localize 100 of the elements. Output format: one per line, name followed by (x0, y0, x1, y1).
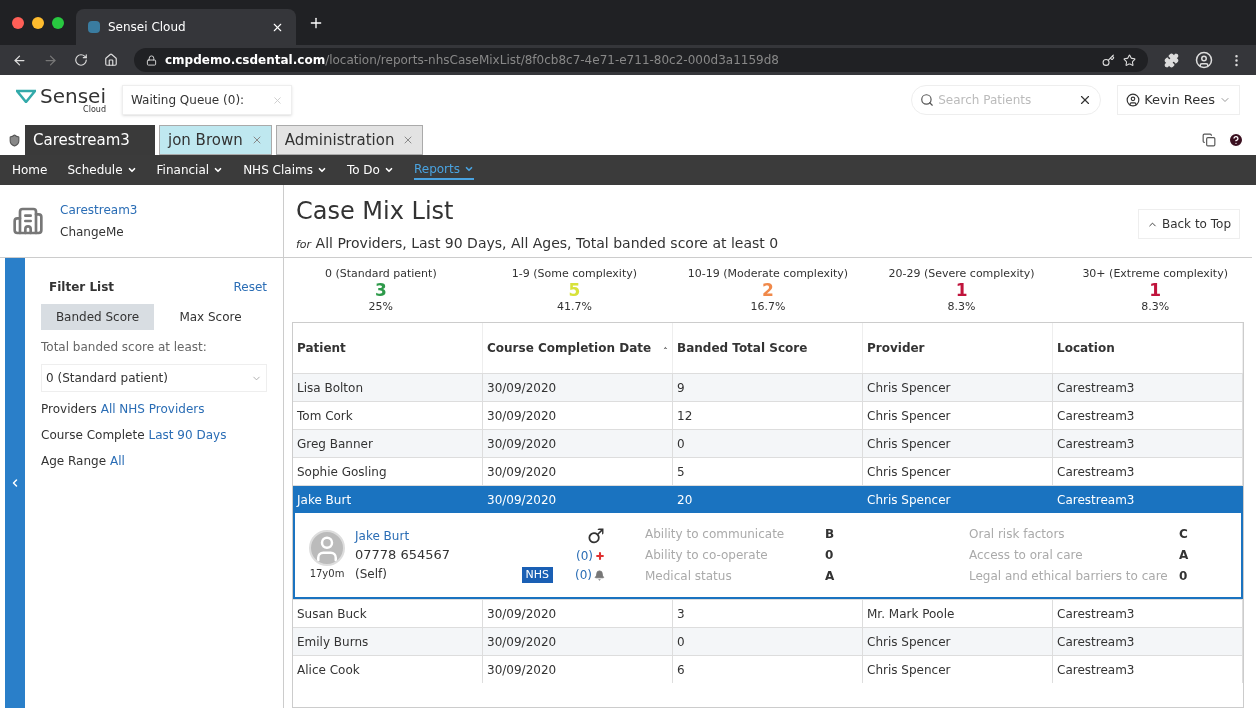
filter-link[interactable]: Last 90 Days (148, 426, 227, 444)
table-row[interactable]: Tom Cork 30/09/2020 12 Chris Spencer Carestream3 (293, 401, 1243, 429)
filter-label: Course Complete (41, 427, 145, 444)
band-percent: 16.7% (750, 299, 786, 314)
band-count: 3 (374, 281, 387, 299)
table-row[interactable]: Susan Buck 30/09/2020 3 Mr. Mark Poole Carestream3 (293, 599, 1243, 627)
score-label: Legal and ethical barriers to care (969, 568, 1169, 585)
score-label: Medical status (645, 568, 733, 585)
browser-tab[interactable]: Sensei Cloud (76, 9, 296, 45)
extensions-icon[interactable] (1164, 52, 1179, 68)
menu-item[interactable]: NHS Claims (243, 161, 327, 179)
table-cell-text: 30/09/2020 (486, 491, 558, 509)
table-row[interactable]: Sophie Gosling 30/09/2020 5 Chris Spencer Carestream3 (293, 457, 1243, 485)
app-tab[interactable]: jon Brown (159, 125, 272, 155)
user-menu-button[interactable]: Kevin Rees (1117, 85, 1240, 115)
score-label: Oral risk factors (969, 526, 1066, 543)
patient-phone: 07778 654567 (355, 546, 452, 565)
menu-item[interactable]: Financial (156, 161, 224, 179)
menu-item[interactable]: Schedule (67, 161, 137, 179)
band-label: 1-9 (Some complexity) (511, 266, 637, 281)
band-label: 20-29 (Severe complexity) (888, 266, 1035, 281)
band-percent: 25% (368, 299, 393, 314)
score-label: Ability to co-operate (645, 547, 769, 564)
windows-icon[interactable] (1202, 133, 1216, 147)
table-row[interactable]: Alice Cook 30/09/2020 6 Chris Spencer Carestream3 (293, 655, 1243, 683)
bookmark-star-icon[interactable] (1123, 53, 1136, 67)
patient-age: 17y0m (309, 566, 345, 581)
score-value: B (825, 526, 836, 543)
menu-item[interactable]: Home (12, 161, 48, 179)
score-value: A (1179, 547, 1190, 564)
score-select[interactable]: 0 (Standard patient) (41, 364, 267, 392)
score-label: Access to oral care (969, 547, 1084, 564)
table-cell-text: Carestream3 (1056, 491, 1136, 509)
search-icon (920, 93, 935, 107)
building-icon (12, 205, 44, 237)
band-count: 1 (955, 281, 968, 299)
menu-item[interactable]: Reports (413, 160, 474, 180)
back-to-top-button[interactable]: Back to Top (1137, 209, 1240, 239)
page-subtitle: for All Providers, Last 90 Days, All Ages, Total banded score at least 0 (296, 234, 780, 253)
search-input[interactable]: Search Patients (938, 91, 1075, 109)
reset-link[interactable]: Reset (233, 278, 267, 296)
band-label: 10-19 (Moderate complexity) (687, 266, 849, 281)
filter-link[interactable]: All (110, 452, 125, 470)
table-cell: 30/09/2020 (483, 656, 673, 683)
nhs-badge: NHS (521, 566, 553, 584)
table-cell: Alice Cook (293, 656, 483, 683)
score-value: 0 (1179, 568, 1189, 585)
table-cell: Carestream3 (1053, 656, 1243, 683)
table-row[interactable]: Jake Burt 30/09/2020 20 Chris Spencer Carestream3 (293, 485, 1243, 513)
score-toggle[interactable]: Banded Score (41, 304, 154, 330)
score-label: Total banded score at least: (41, 339, 208, 356)
home-icon[interactable] (104, 53, 118, 67)
menu-item[interactable]: To Do (346, 161, 394, 179)
table-row[interactable]: Greg Banner 30/09/2020 0 Chris Spencer Carestream3 (293, 429, 1243, 457)
gender-symbol: ♂ (587, 526, 605, 546)
key-icon[interactable] (1102, 53, 1115, 67)
table-row[interactable]: Lisa Bolton 30/09/2020 9 Chris Spencer Carestream3 (293, 373, 1243, 401)
waiting-queue-field[interactable]: Waiting Queue (0): (121, 85, 292, 115)
table-cell-text: Chris Spencer (866, 491, 952, 509)
band-label: 30+ (Extreme complexity) (1082, 266, 1228, 281)
favicon-icon (88, 21, 100, 33)
logo-subtitle: Cloud (83, 106, 106, 114)
notes-count[interactable]: (0) (575, 566, 592, 584)
help-icon[interactable] (1228, 132, 1244, 148)
filter-label: Providers (41, 401, 97, 418)
app-tab[interactable]: Administration (275, 125, 424, 155)
bell-icon (594, 569, 605, 581)
band-percent: 8.3% (947, 299, 976, 314)
score-toggle[interactable]: Max Score (154, 304, 267, 330)
app-tab[interactable]: Carestream3 (25, 125, 155, 155)
reload-icon[interactable] (74, 53, 88, 67)
table-cell-text: Jake Burt (295, 491, 353, 509)
forward-icon[interactable] (43, 52, 58, 68)
band-count: 2 (762, 281, 774, 299)
score-value: C (1179, 526, 1189, 543)
medical-cross-icon (595, 551, 605, 561)
band-count: 5 (568, 281, 581, 299)
score-label: Ability to communicate (645, 526, 786, 543)
close-window-icon[interactable] (12, 16, 24, 29)
user-icon (1126, 93, 1141, 107)
band-percent: 8.3% (1141, 299, 1170, 314)
back-icon[interactable] (12, 52, 27, 68)
band-percent: 41.7% (556, 299, 592, 314)
table-row[interactable]: Emily Burns 30/09/2020 0 Chris Spencer Carestream3 (293, 627, 1243, 655)
page-title: Case Mix List (296, 196, 455, 227)
table-cell: Chris Spencer (863, 656, 1053, 683)
patient-relation: (Self) (355, 565, 388, 583)
lock-icon (146, 54, 157, 66)
shield-icon (8, 133, 21, 147)
table-cell: 6 (673, 656, 863, 683)
avatar-icon (309, 529, 345, 566)
filter-link[interactable]: All NHS Providers (100, 400, 205, 418)
maximize-window-icon[interactable] (52, 16, 64, 29)
location-link[interactable]: Carestream3 (60, 201, 138, 219)
patient-link[interactable]: Jake Burt (355, 527, 495, 546)
address-bar[interactable]: cmpdemo.csdental.com/location/reports-nhsCaseMixList/8f0cb8c7-4e71-e711-80c2-000d3a1159d8 (134, 48, 1148, 72)
alerts-count[interactable]: (0) (576, 547, 593, 565)
profile-icon[interactable] (1195, 51, 1213, 69)
minimize-window-icon[interactable] (32, 16, 44, 29)
logo-icon (16, 89, 36, 103)
